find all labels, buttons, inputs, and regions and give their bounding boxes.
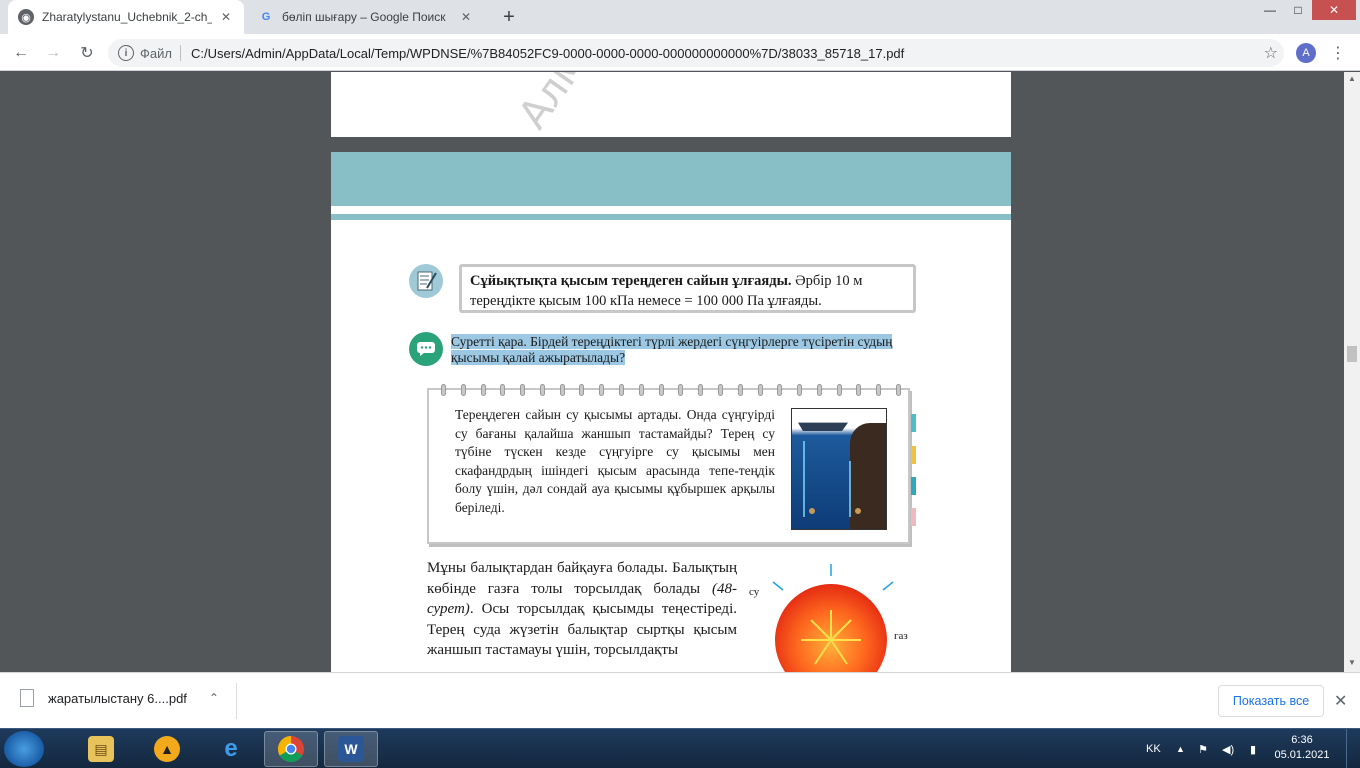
minimize-button[interactable]: — (1256, 0, 1284, 20)
show-all-button[interactable]: Показать все (1218, 685, 1324, 717)
download-file-name[interactable]: жаратылыстану 6....pdf (48, 691, 187, 706)
page-tab-marker (911, 446, 916, 464)
page-tab-marker (911, 477, 916, 495)
highlighted-question: Суретті қара. Бірдей тереңдіктегі түрлі … (451, 334, 893, 365)
close-window-button[interactable]: ✕ (1312, 0, 1356, 20)
tab-title: бөліп шығару – Google Поиск (282, 10, 446, 24)
maximize-button[interactable]: □ (1284, 0, 1312, 20)
start-button[interactable] (4, 731, 44, 767)
close-tab-icon[interactable]: ✕ (458, 9, 474, 25)
menu-icon[interactable]: ⋮ (1328, 40, 1348, 66)
divider (236, 683, 237, 719)
body-text-a: Мұны балықтардан байқауға болады. Балықт… (427, 560, 737, 597)
language-indicator[interactable]: KK (1146, 729, 1161, 768)
page-tab-marker (911, 508, 916, 526)
header-stripe (331, 214, 1011, 220)
tab-pdf[interactable]: ◉ Zharatylystanu_Uchebnik_2-ch_6 ✕ (8, 0, 244, 34)
pdf-page: Сұйықтықта қысым тереңдеген сайын ұлғаяд… (331, 152, 1011, 672)
bookmark-star-icon[interactable]: ☆ (1264, 43, 1278, 63)
scroll-thumb[interactable] (1347, 346, 1357, 362)
back-button[interactable]: ← (8, 40, 34, 66)
chrome-icon[interactable] (264, 731, 318, 767)
close-tab-icon[interactable]: ✕ (218, 9, 234, 25)
browser-toolbar: ← → ↻ i Файл C:/Users/Admin/AppData/Loca… (0, 34, 1360, 71)
internet-explorer-icon[interactable]: e (204, 731, 258, 767)
globe-icon: ◉ (18, 9, 34, 25)
network-icon[interactable]: ▮ (1250, 729, 1256, 768)
body-text-b: . Осы торсылдақ қысымды теңестіреді. Тер… (427, 601, 737, 658)
folder-icon: ▤ (88, 736, 114, 762)
volume-icon[interactable]: ◀) (1222, 729, 1234, 768)
clock[interactable]: 6:36 05.01.2021 (1272, 733, 1332, 763)
url-text[interactable]: C:/Users/Admin/AppData/Local/Temp/WPDNSE… (191, 46, 904, 61)
rule-bold-text: Сұйықтықта қысым тереңдеген сайын ұлғаяд… (470, 273, 792, 289)
tab-strip: ◉ Zharatylystanu_Uchebnik_2-ch_6 ✕ G бөл… (0, 0, 1360, 34)
watermark: Алм (509, 72, 596, 138)
notebook-box: Тереңдеген сайын су қысымы артады. Онда … (427, 384, 910, 544)
spiral-rings (441, 384, 901, 396)
chrome-logo-icon (277, 735, 304, 763)
triangle-icon: ▲ (154, 736, 180, 762)
clock-time: 6:36 (1291, 734, 1313, 746)
ie-e-icon: e (224, 735, 238, 762)
close-icon[interactable]: ✕ (1334, 691, 1347, 711)
file-icon (20, 689, 34, 707)
chevron-up-icon[interactable]: ⌃ (209, 691, 219, 705)
divider (179, 45, 181, 61)
forward-button[interactable]: → (40, 40, 66, 66)
diver-illustration (791, 408, 887, 530)
header-band (331, 152, 1011, 206)
chat-bubble-icon (409, 332, 443, 366)
google-icon: G (261, 11, 271, 23)
pdf-page-previous: Алм (331, 72, 1011, 137)
tray-arrow-icon[interactable]: ▲ (1176, 729, 1185, 768)
body-paragraph: Мұны балықтардан байқауға болады. Балықт… (427, 558, 737, 661)
pdf-viewer[interactable]: Алм Сұйықтықта қысым тереңдеген сайын ұл… (0, 72, 1360, 672)
info-icon[interactable]: i (118, 45, 134, 61)
tab-title: Zharatylystanu_Uchebnik_2-ch_6 (42, 10, 212, 24)
scroll-up-icon[interactable]: ▲ (1348, 74, 1356, 83)
notebook-text: Тереңдеген сайын су қысымы артады. Онда … (455, 407, 775, 515)
download-shelf: жаратылыстану 6....pdf ⌃ Показать все ✕ (0, 672, 1360, 728)
show-desktop-button[interactable] (1346, 729, 1360, 768)
word-w-icon: W (338, 736, 364, 762)
tab-google-search[interactable]: G бөліп шығару – Google Поиск ✕ (248, 0, 484, 34)
flag-icon[interactable]: ⚑ (1198, 729, 1208, 768)
download-item[interactable]: жаратылыстану 6....pdf ⌃ (20, 689, 219, 707)
new-tab-button[interactable]: + (496, 5, 522, 29)
rule-box: Сұйықтықта қысым тереңдеген сайын ұлғаяд… (459, 264, 916, 313)
clock-date: 05.01.2021 (1274, 749, 1330, 761)
vertical-scrollbar[interactable]: ▲ ▼ (1344, 72, 1360, 672)
question-text: Суретті қара. Бірдей тереңдіктегі түрлі … (451, 334, 921, 366)
scheme-label: Файл (140, 45, 172, 61)
windows-taskbar: ▤ ▲ e W KK ▲ ⚑ ◀) ▮ 6:36 05.01.2021 (0, 728, 1360, 768)
pressure-arrows (772, 564, 894, 591)
address-bar[interactable]: i Файл C:/Users/Admin/AppData/Local/Temp… (108, 39, 1284, 67)
profile-avatar[interactable]: A (1296, 43, 1316, 63)
explorer-icon[interactable]: ▤ (74, 731, 128, 767)
word-icon[interactable]: W (324, 731, 378, 767)
aimp-icon[interactable]: ▲ (140, 731, 194, 767)
page-tab-marker (911, 414, 916, 432)
scroll-down-icon[interactable]: ▼ (1348, 658, 1356, 667)
reload-button[interactable]: ↻ (74, 40, 100, 66)
notebook-pencil-icon (409, 264, 443, 298)
